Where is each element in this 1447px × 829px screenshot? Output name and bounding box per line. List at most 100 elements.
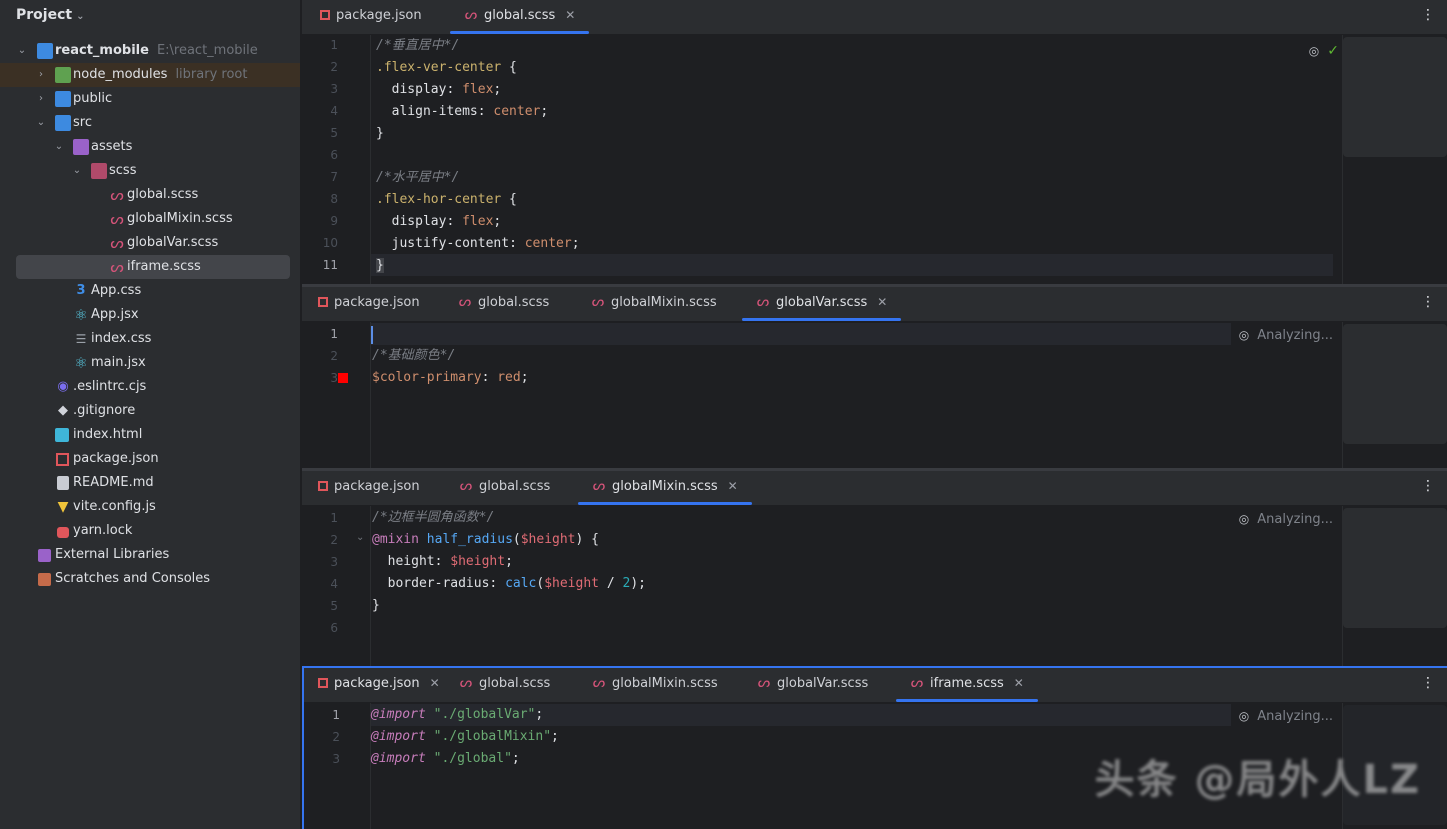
fold-chevron-icon[interactable]: ⌄ xyxy=(356,532,364,543)
tab-globalmixin-scss[interactable]: ᔕ globalMixin.scss ✕ xyxy=(578,471,752,505)
tree-item-eslintrc[interactable]: ◉ .eslintrc.cjs xyxy=(0,375,300,399)
more-options-icon[interactable]: ⋮ xyxy=(1421,287,1435,318)
active-tab-indicator xyxy=(742,318,902,321)
minimap-viewport[interactable] xyxy=(1343,508,1447,628)
line-number: 9 xyxy=(330,214,338,228)
chevron-down-icon[interactable]: ⌄ xyxy=(16,39,28,63)
tree-item-label: package.json xyxy=(73,451,159,466)
tree-item-readme[interactable]: README.md xyxy=(0,471,300,495)
tree-item-package-json[interactable]: package.json xyxy=(0,447,300,471)
tree-item-app-css[interactable]: 3 App.css xyxy=(0,279,300,303)
tree-item-main-jsx[interactable]: ⚛ main.jsx xyxy=(0,351,300,375)
tree-item-iframe-scss[interactable]: ᔕ iframe.scss xyxy=(16,255,290,279)
tree-item-assets[interactable]: ⌄ assets xyxy=(0,135,300,159)
close-tab-icon[interactable]: ✕ xyxy=(565,8,575,22)
scss-file-icon: ᔕ xyxy=(910,675,924,691)
scss-file-icon: ᔕ xyxy=(756,294,770,310)
line-number-gutter: 1 2 3 xyxy=(304,703,371,829)
tab-iframe-scss[interactable]: ᔕ iframe.scss ✕ xyxy=(896,668,1038,702)
code-editor[interactable]: 1 2 ⌄ 3 4 5 6 /*边框半圆角函数*/ @mixin half_ra… xyxy=(302,506,1447,666)
minimap[interactable] xyxy=(1342,322,1447,468)
mixin-name: half_radius xyxy=(426,532,513,547)
close-tab-icon[interactable]: ✕ xyxy=(430,676,440,690)
scss-keyword: @mixin xyxy=(372,532,419,547)
analyzing-status[interactable]: ◎ Analyzing... xyxy=(1239,709,1333,724)
tab-label: package.json xyxy=(336,8,422,23)
tab-global-scss[interactable]: ᔕ global.scss xyxy=(459,471,551,505)
tab-globalmixin-scss[interactable]: ᔕ globalMixin.scss xyxy=(591,287,717,321)
tree-item-global-scss[interactable]: ᔕ global.scss xyxy=(0,183,300,207)
tree-item-app-jsx[interactable]: ⚛ App.jsx xyxy=(0,303,300,327)
tree-item-external-libraries[interactable]: External Libraries xyxy=(0,543,300,567)
analyzing-status[interactable]: ◎ Analyzing... xyxy=(1239,512,1333,527)
tree-item-gitignore[interactable]: ◆ .gitignore xyxy=(0,399,300,423)
scss-variable: $height xyxy=(544,576,599,591)
tab-global-scss[interactable]: ᔕ global.scss xyxy=(458,287,550,321)
chevron-down-icon: ⌄ xyxy=(76,11,85,22)
tree-item-scratches[interactable]: Scratches and Consoles xyxy=(0,567,300,591)
tab-global-scss[interactable]: ᔕ global.scss ✕ xyxy=(450,0,590,34)
tree-item-label: iframe.scss xyxy=(127,259,201,274)
tree-item-label: scss xyxy=(109,163,137,178)
tree-item-scss[interactable]: ⌄ scss xyxy=(0,159,300,183)
color-swatch[interactable] xyxy=(338,373,348,383)
tree-item-label: index.html xyxy=(73,427,143,442)
minimap-viewport[interactable] xyxy=(1343,37,1447,157)
more-options-icon[interactable]: ⋮ xyxy=(1421,668,1435,699)
tree-item-label: App.css xyxy=(91,283,142,298)
tree-item-globalvar-scss[interactable]: ᔕ globalVar.scss xyxy=(0,231,300,255)
chevron-right-icon[interactable]: › xyxy=(35,63,47,87)
minimap[interactable] xyxy=(1342,506,1447,666)
scss-variable: $color-primary xyxy=(372,370,482,385)
tree-item-node-modules[interactable]: › node_modules library root xyxy=(0,63,300,87)
reader-mode-icon[interactable]: ◎ xyxy=(1239,328,1249,342)
inspection-widget[interactable]: ◎ ✓ xyxy=(1309,40,1339,59)
chevron-down-icon[interactable]: ⌄ xyxy=(35,111,47,135)
chevron-right-icon[interactable]: › xyxy=(35,87,47,111)
tree-item-index-css[interactable]: ☰ index.css xyxy=(0,327,300,351)
tab-package-json[interactable]: package.json ✕ xyxy=(316,668,440,702)
more-options-icon[interactable]: ⋮ xyxy=(1421,471,1435,502)
editor-tab-bar: package.json ᔕ global.scss ᔕ globalMixin.s… xyxy=(302,471,1447,506)
tab-globalmixin-scss[interactable]: ᔕ globalMixin.scss xyxy=(592,668,718,702)
tree-item-vite-config[interactable]: ▼ vite.config.js xyxy=(0,495,300,519)
scss-file-icon: ᔕ xyxy=(591,294,605,310)
tab-package-json[interactable]: package.json xyxy=(316,287,420,321)
tree-item-src[interactable]: ⌄ src xyxy=(0,111,300,135)
chevron-down-icon[interactable]: ⌄ xyxy=(53,135,65,159)
tab-globalvar-scss[interactable]: ᔕ globalVar.scss xyxy=(757,668,869,702)
tab-globalvar-scss[interactable]: ᔕ globalVar.scss ✕ xyxy=(742,287,902,321)
reader-mode-icon[interactable]: ◎ xyxy=(1309,44,1319,58)
close-tab-icon[interactable]: ✕ xyxy=(877,295,887,309)
reader-mode-icon[interactable]: ◎ xyxy=(1239,709,1249,723)
minimap-viewport[interactable] xyxy=(1343,324,1447,444)
tree-item-project-root[interactable]: ⌄ react_mobile E:\react_mobile xyxy=(0,39,300,63)
code-editor[interactable]: 1 2 3 /*基础颜色*/ $color-primary: red; ◎ Ana… xyxy=(302,322,1447,468)
tab-global-scss[interactable]: ᔕ global.scss xyxy=(459,668,551,702)
css-property: display xyxy=(376,82,447,97)
chevron-down-icon[interactable]: ⌄ xyxy=(71,159,83,183)
tab-label: globalVar.scss xyxy=(776,295,868,310)
tree-item-index-html[interactable]: index.html xyxy=(0,423,300,447)
analyzing-status[interactable]: ◎ Analyzing... xyxy=(1239,328,1333,343)
minimap[interactable] xyxy=(1342,35,1447,284)
project-view-selector[interactable]: Project ⌄ xyxy=(0,0,300,30)
folder-icon xyxy=(55,91,71,107)
tab-package-json[interactable]: package.json xyxy=(318,0,422,34)
code-editor[interactable]: 1 2 3 4 5 6 7 8 9 10 11 /*垂直居中*/ .flex-v… xyxy=(302,35,1447,284)
tab-package-json[interactable]: package.json xyxy=(316,471,420,505)
css-file-icon: 3 xyxy=(76,283,86,298)
line-number: 5 xyxy=(330,599,338,613)
close-tab-icon[interactable]: ✕ xyxy=(1014,676,1024,690)
close-tab-icon[interactable]: ✕ xyxy=(728,479,738,493)
css-property: display xyxy=(376,214,447,229)
reader-mode-icon[interactable]: ◎ xyxy=(1239,512,1249,526)
more-options-icon[interactable]: ⋮ xyxy=(1421,0,1435,31)
tree-item-public[interactable]: › public xyxy=(0,87,300,111)
tree-item-globalmixin-scss[interactable]: ᔕ globalMixin.scss xyxy=(0,207,300,231)
tree-item-label: .gitignore xyxy=(73,403,136,418)
string-literal: "./globalVar" xyxy=(433,707,536,722)
tree-item-yarn-lock[interactable]: yarn.lock xyxy=(0,519,300,543)
line-number: 2 xyxy=(330,533,338,547)
line-number: 8 xyxy=(330,192,338,206)
